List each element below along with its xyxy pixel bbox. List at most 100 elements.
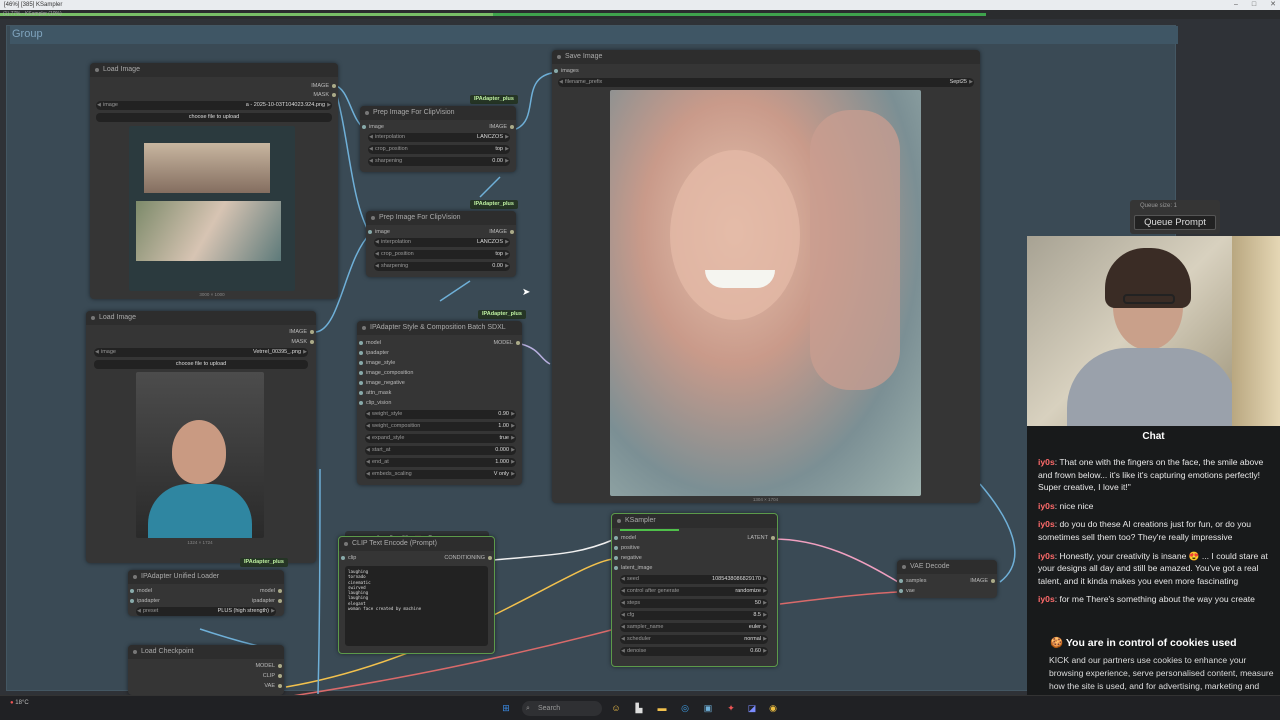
input-model[interactable]: model — [614, 534, 674, 542]
sharpening-value[interactable]: sharpening0.00 — [374, 262, 510, 271]
output-clip[interactable]: CLIP — [232, 672, 282, 680]
control-after-generate-select[interactable]: control after generaterandomize — [620, 587, 768, 596]
output-model[interactable]: MODEL — [232, 662, 282, 670]
chat-username[interactable]: iy0s — [1038, 551, 1055, 561]
start-at-value[interactable]: start_at0.000 — [365, 446, 516, 455]
input-image-negative[interactable]: image_negative — [359, 379, 449, 387]
node-title[interactable]: Load Image — [86, 311, 316, 325]
interpolation-select[interactable]: interpolationLANCZOS — [368, 133, 510, 142]
input-image[interactable]: image — [362, 123, 402, 131]
file-explorer-icon[interactable]: ▬ — [656, 702, 668, 714]
input-negative[interactable]: negative — [614, 554, 674, 562]
chat-username[interactable]: iy0s — [1038, 501, 1055, 511]
node-title[interactable]: Load Checkpoint — [128, 645, 284, 659]
node-title[interactable]: Load Image — [90, 63, 338, 77]
input-vae[interactable]: vae — [899, 587, 939, 595]
prep-clipvision-node-2[interactable]: Prep Image For ClipVision image IMAGE in… — [366, 211, 516, 277]
load-image-node-1[interactable]: Load Image IMAGE MASK imagea - 2025-10-0… — [90, 63, 338, 299]
chat-username[interactable]: iy0s — [1038, 594, 1055, 604]
edge-icon[interactable]: ◎ — [679, 702, 691, 714]
windows-start-icon[interactable]: ⊞ — [500, 702, 512, 714]
input-image-composition[interactable]: image_composition — [359, 369, 449, 377]
embeds-scaling-select[interactable]: embeds_scalingV only — [365, 470, 516, 479]
output-latent[interactable]: LATENT — [725, 534, 775, 542]
save-image-node[interactable]: Save Image images filename_prefixSept25 … — [552, 50, 980, 503]
crop-position-select[interactable]: crop_positiontop — [374, 250, 510, 259]
output-image[interactable]: IMAGE — [474, 228, 514, 236]
load-checkpoint-node[interactable]: Load Checkpoint MODEL CLIP VAE — [128, 645, 284, 695]
scheduler-select[interactable]: schedulernormal — [620, 635, 768, 644]
weather-widget[interactable]: ● 18°C — [10, 700, 29, 706]
node-title[interactable]: Save Image — [552, 50, 980, 64]
minimize-icon[interactable]: – — [1234, 0, 1238, 10]
maximize-icon[interactable]: □ — [1252, 0, 1256, 10]
input-model[interactable]: model — [359, 339, 449, 347]
filename-prefix-field[interactable]: filename_prefixSept25 — [558, 78, 974, 87]
output-conditioning[interactable]: CONDITIONING — [422, 554, 492, 562]
task-view-icon[interactable]: ▙ — [633, 702, 645, 714]
denoise-value[interactable]: denoise0.60 — [620, 647, 768, 656]
load-image-node-2[interactable]: Load Image IMAGE MASK imageVetrrel_00395… — [86, 311, 316, 563]
upload-button[interactable]: choose file to upload — [96, 113, 332, 122]
input-samples[interactable]: samples — [899, 577, 939, 585]
prep-clipvision-node-1[interactable]: Prep Image For ClipVision image IMAGE in… — [360, 106, 516, 172]
close-icon[interactable]: ✕ — [1270, 0, 1276, 10]
output-image[interactable]: IMAGE — [955, 577, 995, 585]
input-clip[interactable]: clip — [341, 554, 381, 562]
node-title[interactable]: KSampler — [612, 514, 777, 528]
store-icon[interactable]: ▣ — [702, 702, 714, 714]
preset-select[interactable]: presetPLUS (high strength) — [136, 607, 276, 616]
node-title[interactable]: Prep Image For ClipVision — [360, 106, 516, 120]
crop-position-select[interactable]: crop_positiontop — [368, 145, 510, 154]
ipadapter-unified-loader-node[interactable]: IPAdapter Unified Loader model model ipa… — [128, 570, 284, 616]
app-icon-2[interactable]: ◪ — [746, 702, 758, 714]
cfg-value[interactable]: cfg8.5 — [620, 611, 768, 620]
input-images[interactable]: images — [554, 67, 614, 75]
weight-composition-value[interactable]: weight_composition1.00 — [365, 422, 516, 431]
end-at-value[interactable]: end_at1.000 — [365, 458, 516, 467]
input-clip-vision[interactable]: clip_vision — [359, 399, 449, 407]
vae-decode-node[interactable]: VAE Decode samples IMAGE vae — [897, 560, 997, 598]
input-ipadapter[interactable]: ipadapter — [359, 349, 449, 357]
taskbar-search[interactable]: ⌕ Search — [522, 701, 602, 716]
node-title[interactable]: IPAdapter Unified Loader — [128, 570, 284, 584]
input-model[interactable]: model — [130, 587, 180, 595]
chrome-icon[interactable]: ◉ — [767, 702, 779, 714]
input-latent-image[interactable]: latent_image — [614, 564, 674, 572]
emoji-icon[interactable]: ☺ — [610, 702, 622, 714]
expand-style-toggle[interactable]: expand_styletrue — [365, 434, 516, 443]
steps-value[interactable]: steps50 — [620, 599, 768, 608]
weight-style-value[interactable]: weight_style0.90 — [365, 410, 516, 419]
output-model[interactable]: model — [232, 587, 282, 595]
ksampler-node[interactable]: KSampler LATENT model positive negative … — [611, 513, 778, 667]
prompt-textarea[interactable]: laughing tornado cinematic swirved laugh… — [345, 566, 488, 646]
sampler-name-select[interactable]: sampler_nameeuler — [620, 623, 768, 632]
seed-value[interactable]: seed1085438086829170 — [620, 575, 768, 584]
input-positive[interactable]: positive — [614, 544, 674, 552]
node-title[interactable]: IPAdapter Style & Composition Batch SDXL — [357, 321, 522, 335]
output-vae[interactable]: VAE — [232, 682, 282, 690]
sharpening-value[interactable]: sharpening0.00 — [368, 157, 510, 166]
image-select[interactable]: imageVetrrel_00395_.png — [94, 348, 308, 357]
output-model[interactable]: MODEL — [470, 339, 520, 347]
output-mask[interactable]: MASK — [276, 91, 336, 99]
upload-button[interactable]: choose file to upload — [94, 360, 308, 369]
app-icon[interactable]: ✦ — [725, 702, 737, 714]
input-image-style[interactable]: image_style — [359, 359, 449, 367]
node-title[interactable]: CLIP Text Encode (Prompt) — [339, 537, 494, 551]
input-image[interactable]: image — [368, 228, 408, 236]
output-mask[interactable]: MASK — [254, 338, 314, 346]
input-ipadapter[interactable]: ipadapter — [130, 597, 180, 605]
ipadapter-style-composition-node[interactable]: IPAdapter Style & Composition Batch SDXL… — [357, 321, 522, 485]
output-image[interactable]: IMAGE — [276, 82, 336, 90]
chat-username[interactable]: iy0s — [1038, 457, 1055, 467]
output-ipadapter[interactable]: ipadapter — [232, 597, 282, 605]
chat-username[interactable]: iy0s — [1038, 519, 1055, 529]
output-image[interactable]: IMAGE — [474, 123, 514, 131]
output-image[interactable]: IMAGE — [254, 328, 314, 336]
interpolation-select[interactable]: interpolationLANCZOS — [374, 238, 510, 247]
queue-prompt-button[interactable]: Queue Prompt — [1134, 215, 1216, 230]
input-attn-mask[interactable]: attn_mask — [359, 389, 449, 397]
node-title[interactable]: VAE Decode — [897, 560, 997, 574]
image-select[interactable]: imagea - 2025-10-03T104023.924.png — [96, 101, 332, 110]
